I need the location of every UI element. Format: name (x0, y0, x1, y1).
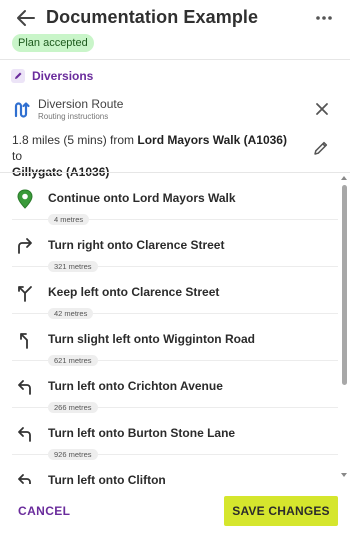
step-distance: 42 metres (48, 308, 94, 319)
scroll-up-icon[interactable] (341, 175, 347, 181)
step-distance: 926 metres (48, 449, 98, 460)
pencil-icon (11, 69, 25, 83)
save-changes-button[interactable]: SAVE CHANGES (224, 496, 338, 526)
step-distance: 4 metres (48, 214, 90, 225)
arrow-left-icon[interactable] (14, 6, 38, 30)
step-instruction: Turn right onto Clarence Street (48, 238, 225, 252)
scrollbar-thumb[interactable] (342, 185, 347, 385)
list-item: Continue onto Lord Mayors Walk 4 metres (0, 179, 338, 227)
dialog-footer: CANCEL SAVE CHANGES (0, 484, 350, 539)
more-horizontal-icon[interactable] (314, 8, 334, 28)
page-title: Documentation Example (46, 7, 259, 27)
summary-prefix: 1.8 miles (5 mins) from (12, 133, 138, 147)
keep-left-icon (18, 286, 32, 302)
cancel-button[interactable]: CANCEL (18, 504, 70, 518)
step-instruction: Turn left onto Burton Stone Lane (48, 426, 236, 440)
map-pin-icon (17, 189, 33, 209)
step-instruction: Turn slight left onto Wigginton Road (48, 332, 255, 346)
turn-left-icon (18, 427, 31, 442)
directions-list[interactable]: Continue onto Lord Mayors Walk 4 metres … (0, 172, 350, 484)
list-item: Turn left onto Burton Stone Lane 926 met… (0, 414, 338, 462)
pencil-icon[interactable] (312, 139, 330, 157)
close-icon[interactable] (314, 101, 330, 117)
status-badge: Plan accepted (12, 34, 94, 52)
list-item: Turn left onto Clifton (0, 461, 338, 484)
step-instruction: Continue onto Lord Mayors Walk (48, 191, 236, 205)
list-item: Turn right onto Clarence Street 321 metr… (0, 226, 338, 274)
diversions-section-header: Diversions (11, 68, 93, 84)
route-title: Diversion Route (38, 97, 124, 111)
summary-from: Lord Mayors Walk (A1036) (137, 133, 287, 147)
turn-left-icon (18, 380, 31, 395)
route-subtitle: Routing instructions (38, 112, 109, 121)
summary-mid: to (12, 149, 23, 163)
step-distance: 266 metres (48, 402, 98, 413)
step-instruction: Keep left onto Clarence Street (48, 285, 220, 299)
slight-left-icon (20, 333, 28, 349)
step-distance: 621 metres (48, 355, 98, 366)
step-instruction: Turn left onto Crichton Avenue (48, 379, 223, 393)
list-item: Turn slight left onto Wigginton Road 621… (0, 320, 338, 368)
step-instruction: Turn left onto Clifton (48, 473, 166, 484)
app-header: Documentation Example Plan accepted (0, 0, 350, 60)
step-distance: 321 metres (48, 261, 98, 272)
list-item: Turn left onto Crichton Avenue 266 metre… (0, 367, 338, 415)
section-label: Diversions (32, 69, 94, 83)
route-icon (14, 102, 30, 118)
turn-right-icon (18, 238, 32, 254)
list-item: Keep left onto Clarence Street 42 metres (0, 273, 338, 321)
scroll-down-icon[interactable] (341, 472, 347, 478)
turn-left-icon (18, 474, 31, 484)
